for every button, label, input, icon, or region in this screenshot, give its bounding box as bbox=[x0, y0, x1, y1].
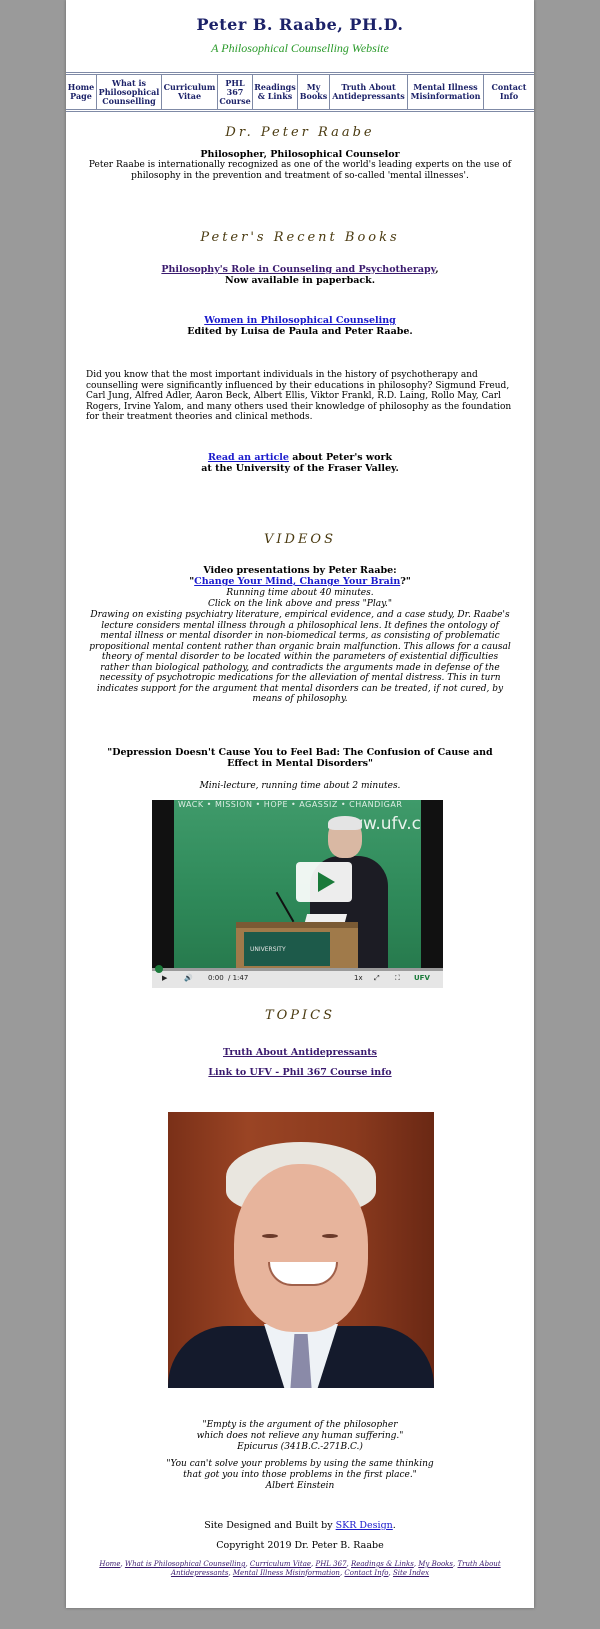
footer-links: Home, What is Philosophical Counselling,… bbox=[99, 1560, 501, 1577]
nav-contact-info[interactable]: Contact Info bbox=[484, 75, 534, 109]
video2-title: "Depression Doesn't Cause You to Feel Ba… bbox=[107, 747, 493, 769]
video-player[interactable]: WACK • MISSION • HOPE • AGASSIZ • CHANDI… bbox=[152, 800, 443, 988]
photo-eye-left bbox=[262, 1234, 278, 1238]
article-line: Read an article about Peter's work bbox=[207, 452, 393, 463]
article-link[interactable]: Read an article bbox=[208, 452, 289, 463]
topic-link-ufv-course[interactable]: Link to UFV - Phil 367 Course info bbox=[208, 1067, 391, 1078]
time-current: 0:00 bbox=[208, 974, 224, 982]
nav-what-is-philosophical-counselling[interactable]: What is Philosophical Counselling bbox=[97, 75, 162, 109]
video1-link[interactable]: Change Your Mind, Change Your Brain bbox=[194, 576, 400, 587]
papers bbox=[304, 914, 348, 922]
nav-phl-367[interactable]: PHL 367 Course bbox=[218, 75, 253, 109]
nav-curriculum-vitae[interactable]: Curriculum Vitae bbox=[162, 75, 218, 109]
footer-link-what-is[interactable]: What is Philosophical Counselling bbox=[125, 1560, 246, 1568]
topics-heading: TOPICS bbox=[264, 1008, 336, 1023]
video1-running-time: Running time about 40 minutes. bbox=[226, 588, 374, 598]
designer-link[interactable]: SKR Design bbox=[336, 1520, 393, 1531]
footer-link-misinformation[interactable]: Mental Illness Misinformation bbox=[233, 1569, 340, 1577]
photo-eye-right bbox=[322, 1234, 338, 1238]
footer-link-cv[interactable]: Curriculum Vitae bbox=[250, 1560, 311, 1568]
nav-my-books[interactable]: My Books bbox=[298, 75, 330, 109]
site-title: Peter B. Raabe, PH.D. bbox=[196, 15, 404, 34]
main-nav: Home Page What is Philosophical Counsell… bbox=[66, 72, 534, 112]
quote1-author: Epicurus (341B.C.-271B.C.) bbox=[237, 1442, 363, 1452]
play-icon[interactable] bbox=[296, 862, 352, 902]
topic2: Link to UFV - Phil 367 Course info bbox=[66, 1067, 534, 1078]
quote1-line2: which does not relieve any human sufferi… bbox=[196, 1431, 404, 1441]
book2: Women in Philosophical Counseling bbox=[66, 315, 534, 326]
page-container: Peter B. Raabe, PH.D. A Philosophical Co… bbox=[66, 0, 534, 1608]
footer-link-books[interactable]: My Books bbox=[418, 1560, 453, 1568]
quote2-line1: "You can't solve your problems by using … bbox=[166, 1459, 434, 1469]
book1-note: Now available in paperback. bbox=[224, 275, 376, 286]
intro-role: Philosopher, Philosophical Counselor bbox=[200, 149, 400, 160]
play-control-icon[interactable]: ▶ bbox=[162, 974, 167, 982]
ufv-logo[interactable]: UFV bbox=[414, 974, 430, 982]
nav-truth-about-antidepressants[interactable]: Truth About Antidepressants bbox=[330, 75, 408, 109]
microphone bbox=[275, 891, 295, 923]
quote2-line2: that got you into those problems in the … bbox=[183, 1470, 417, 1480]
progress-handle[interactable] bbox=[155, 965, 163, 973]
book2-link[interactable]: Women in Philosophical Counseling bbox=[204, 315, 396, 326]
video1-title: "Change Your Mind, Change Your Brain?" bbox=[189, 576, 411, 587]
nav-readings-links[interactable]: Readings & Links bbox=[253, 75, 298, 109]
videos-heading: VIDEOS bbox=[264, 532, 336, 547]
site-subtitle: A Philosophical Counselling Website bbox=[211, 41, 389, 55]
did-you-know-text: Did you know that the most important ind… bbox=[86, 370, 512, 422]
progress-bar[interactable] bbox=[152, 965, 443, 973]
time-duration: / 1:47 bbox=[228, 974, 249, 982]
portrait-photo bbox=[168, 1112, 434, 1388]
nav-mental-illness-misinformation[interactable]: Mental Illness Misinformation bbox=[408, 75, 484, 109]
footer-link-site-index[interactable]: Site Index bbox=[393, 1569, 429, 1577]
video1-instruction: Click on the link above and press "Play.… bbox=[208, 599, 392, 609]
fullscreen-icon[interactable]: ⛶ bbox=[395, 974, 400, 983]
footer-link-contact[interactable]: Contact Info bbox=[344, 1569, 388, 1577]
footer-link-readings[interactable]: Readings & Links bbox=[351, 1560, 414, 1568]
footer-copyright: Copyright 2019 Dr. Peter B. Raabe bbox=[216, 1540, 384, 1551]
video1-description: Drawing on existing psychiatry literatur… bbox=[89, 610, 511, 704]
article-line2: at the University of the Fraser Valley. bbox=[201, 463, 399, 474]
intro-name: Dr. Peter Raabe bbox=[225, 125, 375, 140]
topic-link-antidepressants[interactable]: Truth About Antidepressants bbox=[223, 1047, 377, 1058]
videos-intro: Video presentations by Peter Raabe: bbox=[203, 565, 397, 576]
video-controls: ▶ 🔊 0:00 / 1:47 1x ⤢ ⛶ UFV bbox=[152, 965, 443, 988]
video-banner-text: WACK • MISSION • HOPE • AGASSIZ • CHANDI… bbox=[178, 800, 403, 809]
footer-link-home[interactable]: Home bbox=[99, 1560, 120, 1568]
expand-icon[interactable]: ⤢ bbox=[374, 974, 380, 983]
quote1-line1: "Empty is the argument of the philosophe… bbox=[202, 1420, 398, 1430]
footer-designed: Site Designed and Built by SKR Design. bbox=[204, 1520, 396, 1531]
books-heading: Peter's Recent Books bbox=[200, 230, 400, 245]
volume-icon[interactable]: 🔊 bbox=[184, 974, 193, 982]
nav-home[interactable]: Home Page bbox=[66, 75, 97, 109]
video2-note: Mini-lecture, running time about 2 minut… bbox=[199, 781, 401, 791]
book1: Philosophy's Role in Counseling and Psyc… bbox=[161, 264, 439, 275]
book2-note: Edited by Luisa de Paula and Peter Raabe… bbox=[187, 326, 413, 337]
podium-text: UNIVERSITY bbox=[250, 946, 286, 953]
photo-face bbox=[234, 1164, 368, 1332]
book1-link[interactable]: Philosophy's Role in Counseling and Psyc… bbox=[161, 264, 435, 275]
video-frame[interactable]: WACK • MISSION • HOPE • AGASSIZ • CHANDI… bbox=[174, 800, 421, 970]
intro-text: Peter Raabe is internationally recognize… bbox=[88, 160, 512, 181]
footer-link-phl367[interactable]: PHL 367 bbox=[315, 1560, 346, 1568]
topic1: Truth About Antidepressants bbox=[66, 1047, 534, 1058]
speaker-hair bbox=[328, 816, 362, 830]
speed-button[interactable]: 1x bbox=[354, 974, 363, 982]
quote2-author: Albert Einstein bbox=[265, 1481, 335, 1491]
